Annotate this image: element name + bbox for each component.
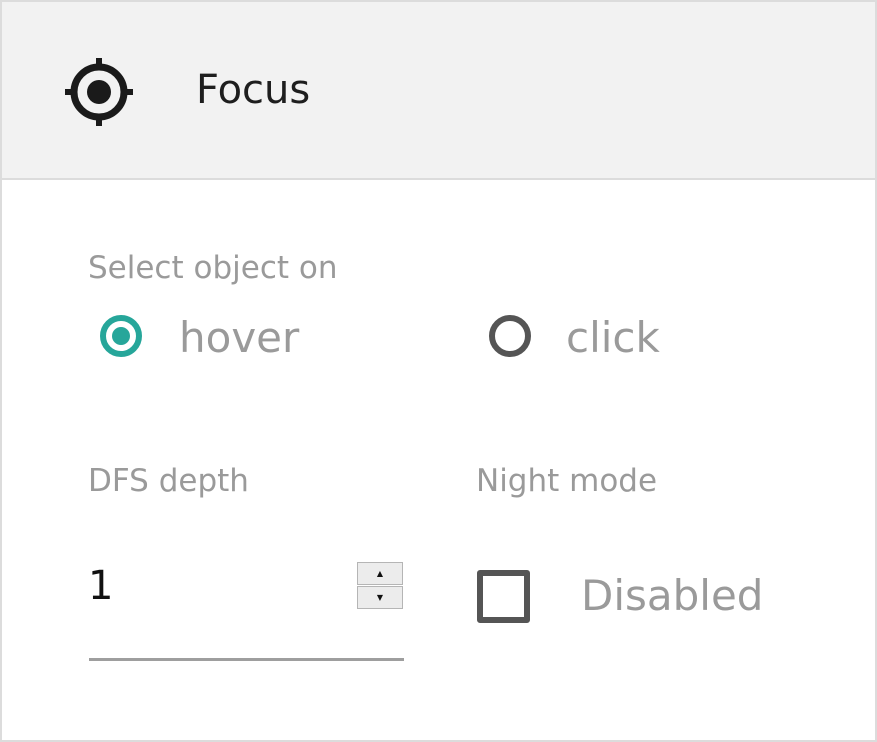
panel-title: Focus: [196, 67, 311, 113]
radio-click-label[interactable]: click: [566, 312, 660, 364]
radio-hover-label[interactable]: hover: [179, 312, 299, 364]
spinner-down-button[interactable]: ▼: [357, 586, 403, 609]
dfs-depth-input[interactable]: [88, 560, 348, 612]
night-mode-label: Night mode: [476, 463, 658, 499]
focus-panel: Focus Select object on hover click DFS d…: [0, 0, 877, 742]
night-mode-checkbox[interactable]: [477, 570, 530, 623]
radio-hover[interactable]: [100, 315, 142, 357]
caret-down-icon: ▼: [376, 593, 384, 602]
select-object-label: Select object on: [88, 250, 338, 286]
panel-header: Focus: [2, 2, 875, 180]
caret-up-icon: ▲: [376, 569, 384, 578]
spinner-up-button[interactable]: ▲: [357, 562, 403, 585]
crosshair-icon: [65, 58, 133, 126]
radio-click[interactable]: [489, 315, 531, 357]
night-mode-state[interactable]: Disabled: [581, 570, 763, 622]
input-underline: [89, 658, 404, 661]
dfs-depth-label: DFS depth: [88, 463, 249, 499]
